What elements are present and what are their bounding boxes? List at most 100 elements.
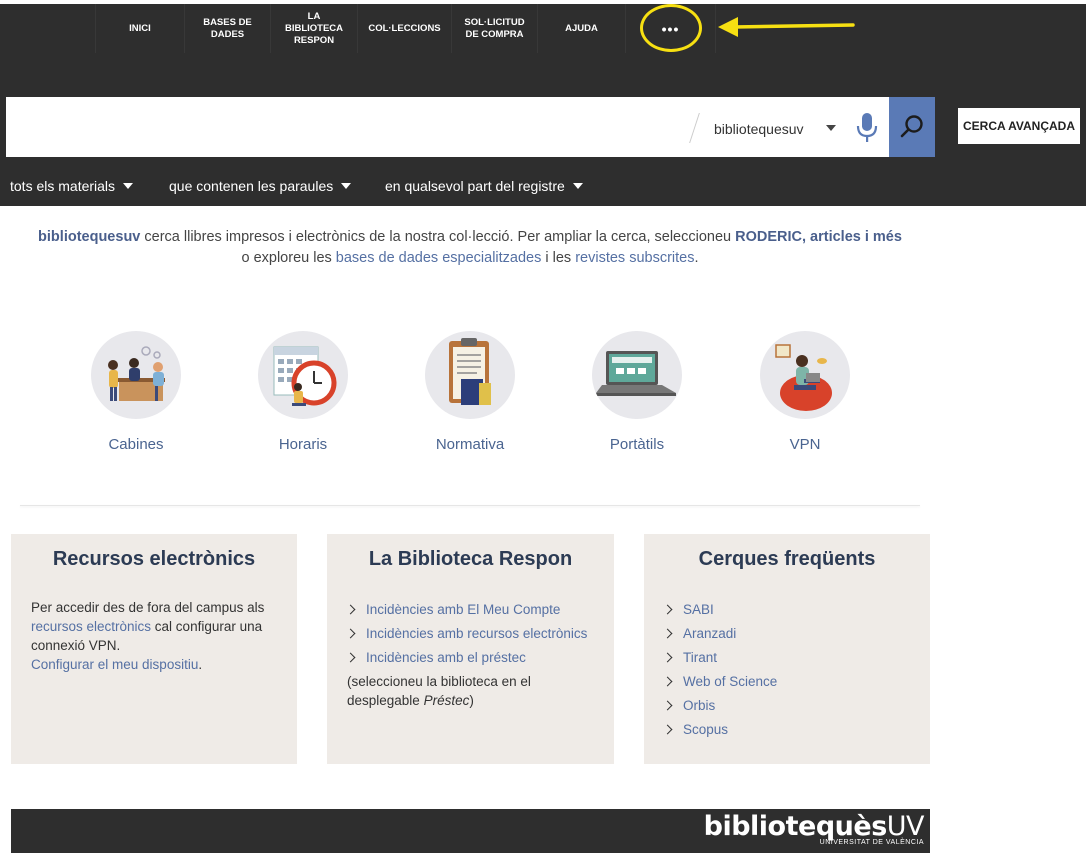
card-body: SABI Aranzadi Tirant Web of Science Orbi… [662, 597, 916, 741]
calendar-clock-icon [258, 331, 348, 419]
roderic-link[interactable]: RODERIC, articles i més [735, 229, 902, 245]
search-band: bibliotequesuv CERCA AVANÇADA tots els m… [0, 57, 1086, 206]
list-item[interactable]: Orbis [662, 693, 916, 717]
intro-text-4: . [694, 250, 699, 266]
recursos-electronics-link[interactable]: recursos electrònics [31, 619, 151, 634]
quick-link-horaris[interactable]: Horaris [243, 331, 363, 453]
laptop-icon [592, 331, 682, 419]
list-item[interactable]: Tirant [662, 645, 916, 669]
search-icon [900, 115, 923, 138]
card-title: Cerques freqüents [698, 548, 876, 570]
nav-item-colleccions[interactable]: COL·LECCIONS [358, 4, 452, 53]
list-item-link[interactable]: SABI [683, 600, 714, 619]
filter-field[interactable]: en qualsevol part del registre [385, 178, 583, 194]
chevron-right-icon [662, 628, 673, 638]
booth-people-icon [91, 331, 181, 419]
revistes-link[interactable]: revistes subscrites [575, 250, 694, 266]
quick-link-vpn[interactable]: VPN [745, 331, 865, 453]
filter-material-label: tots els materials [10, 178, 116, 194]
filter-material-type[interactable]: tots els materials [10, 178, 134, 194]
list-item-link[interactable]: Incidències amb el préstec [366, 648, 526, 667]
list-item-link[interactable]: Web of Science [683, 672, 777, 691]
card-text: . [198, 657, 203, 672]
filter-precision-label: que contenen les paraules [169, 178, 334, 194]
filter-precision[interactable]: que contenen les paraules [169, 178, 352, 194]
card-text: Per accedir des de fora del campus als [31, 600, 265, 615]
list-item-link[interactable]: Incidències amb recursos electrònics [366, 624, 587, 643]
list-item[interactable]: Incidències amb el préstec [345, 645, 600, 669]
section-divider [20, 505, 920, 506]
chevron-down-icon [572, 183, 583, 189]
annotation-arrow-icon [718, 17, 855, 37]
card-recursos-electronics: Recursos electrònics Per accedir des de … [11, 534, 297, 764]
advanced-search-button[interactable]: CERCA AVANÇADA [958, 108, 1080, 144]
list-item[interactable]: Incidències amb recursos electrònics [345, 621, 600, 645]
logo-uv: UV [886, 811, 925, 842]
note-text: ) [469, 693, 474, 708]
person-laptop-icon [760, 331, 850, 419]
logo-text: bibliotequès [703, 811, 888, 842]
quick-link-label: Portàtils [609, 436, 665, 453]
chevron-right-icon [662, 700, 673, 710]
configurar-dispositiu-link[interactable]: Configurar el meu dispositiu [31, 657, 198, 672]
chevron-right-icon [345, 604, 356, 614]
card-body: Per accedir des de fora del campus als r… [31, 598, 283, 674]
card-title: Recursos electrònics [52, 548, 256, 570]
quick-link-cabines[interactable]: Cabines [76, 331, 196, 453]
nav-item-bases-de-dades[interactable]: BASES DE DADES [185, 4, 271, 53]
footer: bibliotequèsUV UNIVERSITAT DE VALÈNCIA [11, 809, 930, 853]
annotation-highlight-circle [640, 4, 702, 52]
card-cerques-frequents: Cerques freqüents SABI Aranzadi Tirant W… [644, 534, 930, 764]
quick-link-label: Cabines [108, 436, 164, 453]
nav-item-la-biblioteca-respon[interactable]: LA BIBLIOTECA RESPON [271, 4, 358, 53]
list-item[interactable]: Aranzadi [662, 621, 916, 645]
intro-text-1: cerca llibres impresos i electrònics de … [140, 229, 736, 245]
quick-link-portatils[interactable]: Portàtils [577, 331, 697, 453]
chevron-right-icon [662, 724, 673, 734]
search-button[interactable] [889, 97, 935, 157]
list-item[interactable]: Scopus [662, 717, 916, 741]
nav-item-ajuda[interactable]: AJUDA [538, 4, 626, 53]
chevron-right-icon [662, 676, 673, 686]
list-item-link[interactable]: Incidències amb El Meu Compte [366, 600, 560, 619]
list-item[interactable]: Incidències amb El Meu Compte [345, 597, 600, 621]
filter-field-label: en qualsevol part del registre [385, 178, 565, 194]
nav-item-inici[interactable]: INICI [95, 4, 185, 53]
bases-de-dades-link[interactable]: bases de dades especialitzades [336, 250, 542, 266]
loan-note: (seleccioneu la biblioteca en el despleg… [347, 672, 600, 710]
chevron-right-icon [345, 628, 356, 638]
quick-link-label: Normativa [435, 436, 505, 453]
clipboard-rules-icon [425, 331, 515, 419]
card-body: Incidències amb El Meu Compte Incidèncie… [345, 597, 600, 710]
list-item[interactable]: Web of Science [662, 669, 916, 693]
list-item-link[interactable]: Orbis [683, 696, 715, 715]
intro-text-3: i les [541, 250, 576, 266]
list-item-link[interactable]: Aranzadi [683, 624, 736, 643]
search-input[interactable] [6, 97, 686, 157]
scope-divider [689, 113, 700, 143]
list-item[interactable]: SABI [662, 597, 916, 621]
list-item-link[interactable]: Tirant [683, 648, 717, 667]
chevron-right-icon [662, 604, 673, 614]
microphone-icon[interactable] [856, 111, 878, 145]
quick-link-normativa[interactable]: Normativa [410, 331, 530, 453]
quick-link-label: VPN [789, 436, 821, 453]
card-title: La Biblioteca Respon [368, 548, 573, 570]
chevron-down-icon[interactable] [826, 125, 836, 131]
chevron-down-icon [341, 183, 352, 189]
card-biblioteca-respon: La Biblioteca Respon Incidències amb El … [327, 534, 614, 764]
search-scope-select[interactable]: bibliotequesuv [714, 121, 804, 137]
search-box: bibliotequesuv [6, 97, 935, 157]
list-item-link[interactable]: Scopus [683, 720, 728, 739]
intro-text: bibliotequesuv cerca llibres impresos i … [10, 227, 930, 269]
chevron-right-icon [662, 652, 673, 662]
chevron-right-icon [345, 652, 356, 662]
top-navigation: INICI BASES DE DADES LA BIBLIOTECA RESPO… [0, 0, 1086, 57]
chevron-down-icon [123, 183, 134, 189]
nav-item-sollicitud-de-compra[interactable]: SOL·LICITUD DE COMPRA [452, 4, 538, 53]
intro-text-2: o exploreu les [241, 250, 336, 266]
brand-name: bibliotequesuv [38, 229, 141, 245]
bibliotequesuv-logo[interactable]: bibliotequèsUV UNIVERSITAT DE VALÈNCIA [703, 811, 925, 846]
quick-link-label: Horaris [278, 436, 328, 453]
note-emphasis: Préstec [423, 693, 470, 708]
